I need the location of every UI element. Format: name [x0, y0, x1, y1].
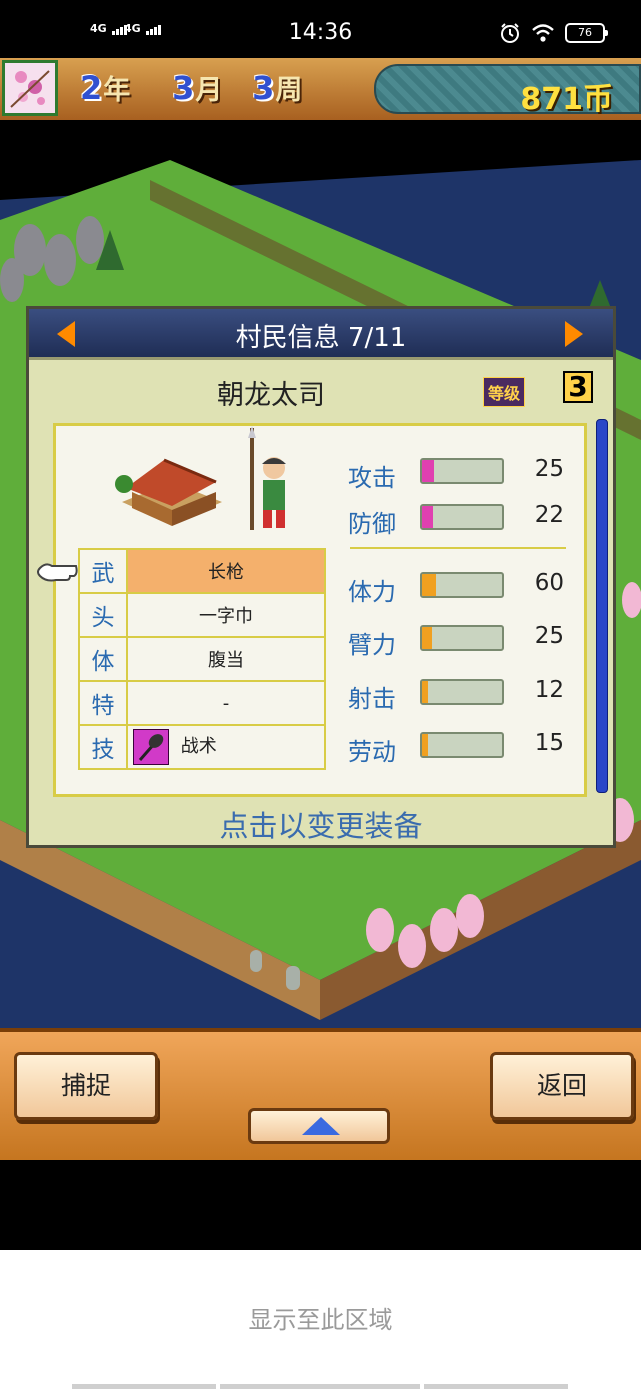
equip-row-skill[interactable]: 技 战术 — [78, 724, 326, 770]
stat-bar-fill — [422, 460, 434, 482]
stat-shooting: 射击 12 — [348, 675, 578, 715]
stat-label: 体力 — [348, 578, 396, 606]
stat-bar-fill — [422, 681, 428, 703]
year-number: 2 — [80, 69, 104, 107]
stat-value: 60 — [534, 570, 564, 596]
villager-info-dialog: 村民信息 7/11 朝龙太司 等级 3 武 长枪 头 一字巾 体 腹当 特 - … — [26, 306, 616, 848]
gravestone — [250, 950, 262, 972]
stat-value: 12 — [534, 677, 564, 703]
next-villager-arrow-icon[interactable] — [565, 321, 583, 347]
equip-slot-label: 技 — [78, 724, 128, 770]
equip-slot-label: 头 — [78, 592, 128, 638]
stat-bar — [420, 458, 504, 484]
dialog-header: 村民信息 7/11 — [29, 309, 613, 360]
level-label: 等级 — [483, 377, 526, 407]
equip-slot-label: 武 — [78, 548, 128, 594]
stat-bar-fill — [422, 627, 432, 649]
stat-bar — [420, 732, 504, 758]
tactics-skill-icon — [133, 729, 169, 765]
equip-slot-label: 体 — [78, 636, 128, 682]
stat-attack: 攻击 25 — [348, 454, 578, 494]
dialog-scrollbar[interactable] — [596, 419, 608, 793]
game-date: 2年 3月 3周 — [80, 68, 303, 107]
equip-row-special[interactable]: 特 - — [78, 680, 326, 726]
stat-bar — [420, 679, 504, 705]
game-bottom-bar: 捕捉 返回 — [0, 1028, 641, 1160]
coin-count: 871币 — [520, 82, 613, 117]
equip-item: 一字巾 — [126, 592, 326, 638]
stat-labor: 劳动 15 — [348, 728, 578, 768]
level-value: 3 — [563, 371, 593, 403]
stats-divider — [350, 547, 566, 549]
stat-label: 臂力 — [348, 631, 396, 659]
month-number: 3 — [172, 69, 196, 107]
arrow-up-icon — [302, 1117, 340, 1135]
battery-icon: 76 — [565, 23, 608, 43]
equip-item: 战术 — [180, 736, 217, 757]
stat-value: 15 — [534, 730, 564, 756]
stat-bar-fill — [422, 734, 429, 756]
villager-name: 朝龙太司 — [217, 380, 325, 411]
letterbox-band — [0, 1160, 641, 1250]
equip-skill-cell: 战术 — [126, 724, 326, 770]
display-area-hint: 显示至此区域 — [248, 1306, 393, 1334]
week-number: 3 — [252, 69, 276, 107]
pointing-hand-icon — [37, 563, 78, 582]
back-button[interactable]: 返回 — [490, 1052, 634, 1120]
stat-defense: 防御 22 — [348, 500, 578, 540]
week-unit: 周 — [275, 75, 304, 106]
capture-button[interactable]: 捕捉 — [14, 1052, 158, 1120]
stat-bar-fill — [422, 506, 434, 528]
player-avatar[interactable] — [2, 60, 58, 116]
stat-bar — [420, 625, 504, 651]
blossom-avatar-icon — [5, 63, 55, 113]
stat-value: 25 — [534, 623, 564, 649]
battery-level: 76 — [578, 26, 592, 39]
alarm-icon — [501, 23, 519, 43]
stat-bar-fill — [422, 574, 436, 596]
stat-label: 攻击 — [348, 464, 396, 492]
year-unit: 年 — [103, 75, 132, 106]
stat-value: 22 — [534, 502, 564, 528]
equip-item: - — [126, 680, 326, 726]
stat-bar — [420, 572, 504, 598]
gravestone — [286, 966, 300, 990]
nav-indicator — [220, 1384, 420, 1389]
equip-item: 长枪 — [126, 548, 326, 594]
stat-stamina: 体力 60 — [348, 568, 578, 608]
wifi-icon — [532, 24, 554, 42]
nav-indicator — [72, 1384, 216, 1389]
nav-indicator — [424, 1384, 568, 1389]
stat-strength: 臂力 25 — [348, 621, 578, 661]
dialog-title: 村民信息 7/11 — [235, 323, 407, 353]
month-unit: 月 — [195, 75, 224, 106]
stat-value: 25 — [534, 456, 564, 482]
coin-panel: 871币 — [374, 64, 641, 117]
game-top-bar: 2年 3月 3周 871币 — [0, 58, 641, 123]
game-area: 2年 3月 3周 871币 村民信息 7/11 朝龙太司 等级 3 武 长枪 头… — [0, 58, 641, 1160]
equip-row-weapon[interactable]: 武 长枪 — [78, 548, 326, 594]
stat-label: 射击 — [348, 685, 396, 713]
status-icons: 76 — [499, 22, 608, 44]
stat-bar — [420, 504, 504, 530]
equip-item: 腹当 — [126, 636, 326, 682]
equip-row-body[interactable]: 体 腹当 — [78, 636, 326, 682]
house-icon — [115, 458, 222, 526]
status-bar: 4G 4G 14:36 76 — [0, 0, 641, 58]
equipment-table: 武 长枪 头 一字巾 体 腹当 特 - 技 战术 — [78, 548, 326, 770]
stat-label: 劳动 — [348, 738, 396, 766]
stat-label: 防御 — [348, 510, 396, 538]
villager-panel: 武 长枪 头 一字巾 体 腹当 特 - 技 战术 攻击 25 防御 22 体力 … — [37, 423, 587, 797]
villager-sprite-icon — [248, 426, 286, 530]
equip-slot-label: 特 — [78, 680, 128, 726]
change-equipment-hint[interactable]: 点击以变更装备 — [29, 803, 613, 845]
equip-row-head[interactable]: 头 一字巾 — [78, 592, 326, 638]
expand-menu-button[interactable] — [248, 1108, 390, 1144]
